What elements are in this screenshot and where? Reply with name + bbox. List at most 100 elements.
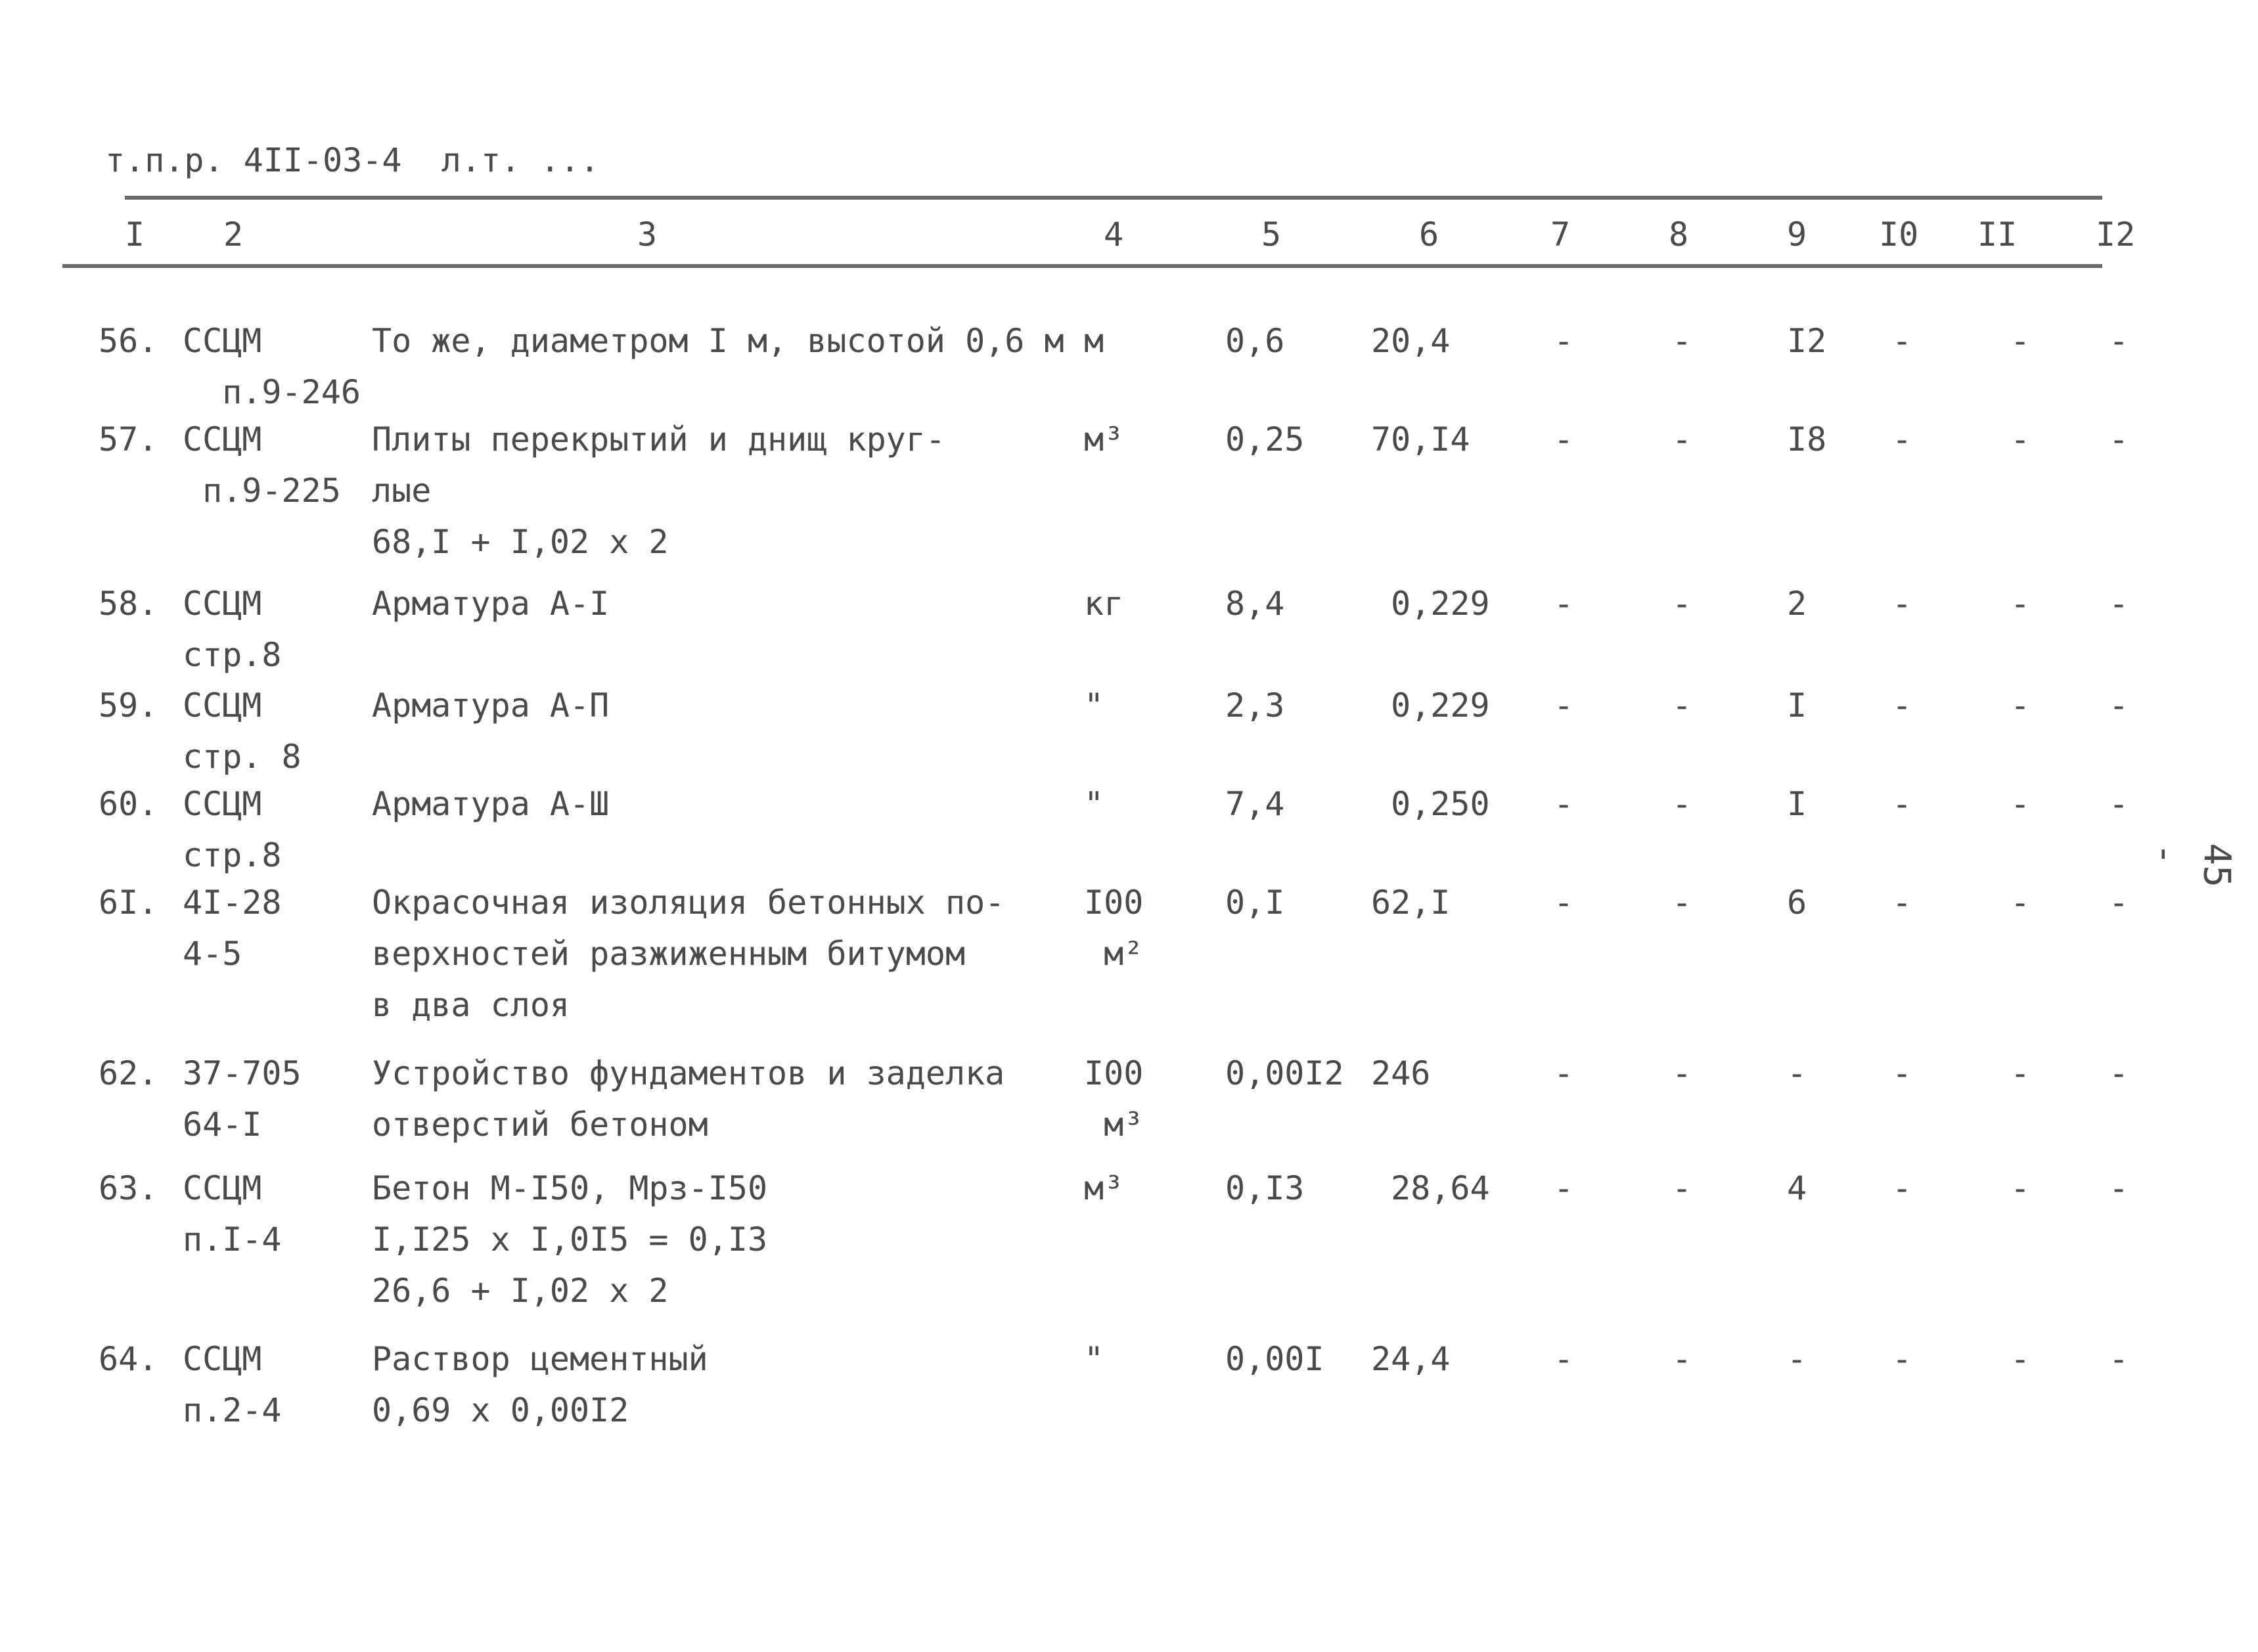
column-header: I0: [1879, 215, 1919, 254]
cell-c9: -: [1787, 1054, 1807, 1092]
cell-code: 37-705 64-I: [183, 1054, 302, 1144]
cell-c6: 246: [1371, 1054, 1431, 1092]
cell-c7: -: [1554, 1340, 1574, 1378]
cell-c10: -: [1892, 322, 1912, 360]
cell-c12: -: [2109, 1169, 2129, 1207]
cell-c9: -: [1787, 1340, 1807, 1378]
column-header: 5: [1261, 215, 1282, 254]
cell-unit: ": [1084, 1340, 1104, 1378]
cell-c7: -: [1554, 420, 1574, 458]
cell-num: 60.: [99, 785, 158, 823]
cell-c7: -: [1554, 785, 1574, 823]
cell-c11: -: [2010, 322, 2031, 360]
cell-c7: -: [1554, 883, 1574, 922]
cell-num: 56.: [99, 322, 158, 360]
cell-c6: 0,250: [1371, 785, 1490, 823]
cell-c10: -: [1892, 1340, 1912, 1378]
cell-c11: -: [2010, 1169, 2031, 1207]
cell-num: 58.: [99, 585, 158, 623]
cell-c8: -: [1672, 585, 1692, 623]
cell-c6: 70,I4: [1371, 420, 1470, 458]
column-header: II: [1977, 215, 2018, 254]
cell-desc: Арматура А-Ш: [372, 785, 610, 823]
cell-c5: 8,4: [1225, 585, 1285, 623]
cell-c7: -: [1554, 585, 1574, 623]
cell-unit: м: [1084, 322, 1104, 360]
cell-code: ССЦМ п.I-4: [183, 1169, 282, 1259]
cell-c12: -: [2109, 1054, 2129, 1092]
cell-c10: -: [1892, 883, 1912, 922]
cell-unit: кг: [1084, 585, 1124, 623]
cell-unit: ": [1084, 785, 1104, 823]
cell-unit: ": [1084, 686, 1104, 725]
cell-c10: -: [1892, 1169, 1912, 1207]
cell-code: ССЦМ п.9-246: [183, 322, 361, 411]
cell-c7: -: [1554, 1054, 1574, 1092]
cell-c12: -: [2109, 420, 2129, 458]
cell-c7: -: [1554, 1169, 1574, 1207]
cell-c9: 4: [1787, 1169, 1807, 1207]
cell-desc: То же, диаметром I м, высотой 0,6 м: [372, 322, 1064, 360]
cell-num: 59.: [99, 686, 158, 725]
cell-c9: I: [1787, 686, 1807, 725]
cell-num: 62.: [99, 1054, 158, 1092]
cell-c12: -: [2109, 1340, 2129, 1378]
cell-c12: -: [2109, 585, 2129, 623]
cell-c5: 0,I3: [1225, 1169, 1305, 1207]
page-number: - 45 -: [2144, 843, 2258, 887]
cell-c8: -: [1672, 686, 1692, 725]
column-header: I: [125, 215, 145, 254]
cell-c5: 0,25: [1225, 420, 1305, 458]
column-header: I2: [2096, 215, 2136, 254]
cell-c11: -: [2010, 585, 2031, 623]
column-header: 9: [1787, 215, 1807, 254]
cell-c9: I: [1787, 785, 1807, 823]
cell-code: ССЦМ п.9-225: [183, 420, 341, 510]
cell-c6: 62,I: [1371, 883, 1451, 922]
cell-desc: Арматура А-I: [372, 585, 610, 623]
cell-desc: Раствор цементный 0,69 x 0,00I2: [372, 1340, 708, 1429]
cell-c8: -: [1672, 1340, 1692, 1378]
column-header: 7: [1550, 215, 1571, 254]
column-header: 4: [1104, 215, 1124, 254]
cell-c6: 0,229: [1371, 585, 1490, 623]
cell-unit: м³: [1084, 420, 1124, 458]
cell-c5: 2,3: [1225, 686, 1285, 725]
cell-c9: 2: [1787, 585, 1807, 623]
cell-c8: -: [1672, 883, 1692, 922]
header-top-rule: [125, 196, 2102, 200]
cell-c11: -: [2010, 420, 2031, 458]
cell-code: 4I-28 4-5: [183, 883, 282, 973]
cell-c8: -: [1672, 785, 1692, 823]
cell-c6: 0,229: [1371, 686, 1490, 725]
cell-c7: -: [1554, 322, 1574, 360]
cell-desc: Окрасочная изоляция бетонных по- верхнос…: [372, 883, 1005, 1024]
cell-num: 57.: [99, 420, 158, 458]
cell-c10: -: [1892, 686, 1912, 725]
cell-desc: Устройство фундаментов и заделка отверст…: [372, 1054, 1005, 1144]
cell-desc: Арматура А-П: [372, 686, 610, 725]
cell-desc: Бетон М-I50, Мрз-I50 I,I25 x I,0I5 = 0,I…: [372, 1169, 768, 1310]
cell-c5: 0,6: [1225, 322, 1285, 360]
cell-c10: -: [1892, 785, 1912, 823]
cell-c10: -: [1892, 585, 1912, 623]
cell-c11: -: [2010, 686, 2031, 725]
cell-c12: -: [2109, 785, 2129, 823]
column-header: 8: [1669, 215, 1689, 254]
cell-c12: -: [2109, 686, 2129, 725]
header-bottom-rule: [62, 264, 2102, 268]
cell-num: 63.: [99, 1169, 158, 1207]
cell-unit: I00 м³: [1084, 1054, 1144, 1144]
cell-c12: -: [2109, 322, 2129, 360]
cell-c8: -: [1672, 1169, 1692, 1207]
cell-code: ССЦМ п.2-4: [183, 1340, 282, 1429]
cell-code: ССЦМ стр. 8: [183, 686, 302, 776]
cell-c5: 0,00I: [1225, 1340, 1324, 1378]
cell-c8: -: [1672, 420, 1692, 458]
cell-c5: 7,4: [1225, 785, 1285, 823]
column-header: 6: [1419, 215, 1439, 254]
cell-c11: -: [2010, 785, 2031, 823]
cell-c6: 20,4: [1371, 322, 1451, 360]
cell-code: ССЦМ стр.8: [183, 585, 282, 674]
cell-c8: -: [1672, 1054, 1692, 1092]
